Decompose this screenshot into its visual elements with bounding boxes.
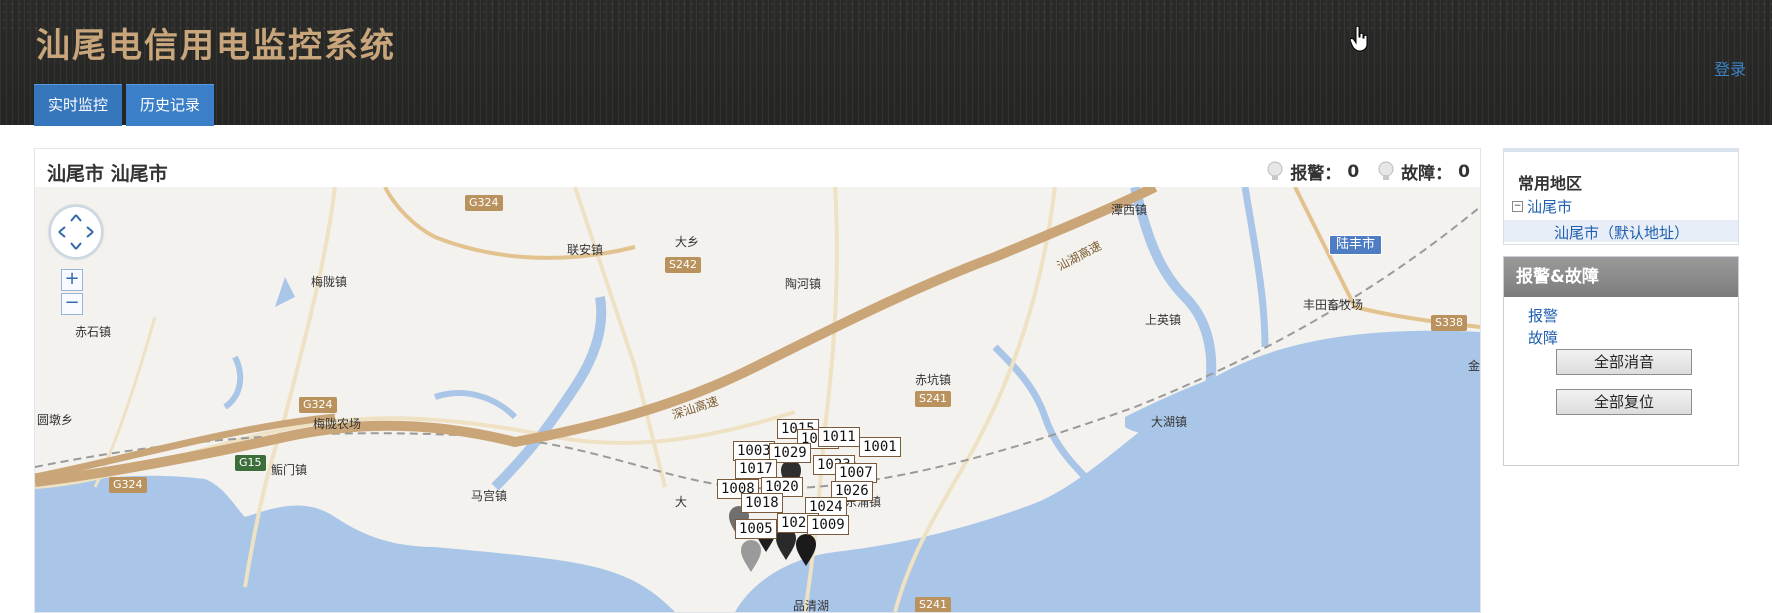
place-label: 圆墩乡 (37, 413, 74, 427)
common-regions-panel: 常用地区 − 汕尾市 汕尾市（默认地址） (1503, 148, 1739, 245)
place-label: 马宫镇 (471, 489, 508, 503)
lightbulb-icon (1378, 161, 1394, 180)
place-label: 赤坑镇 (915, 373, 952, 387)
place-label: 赤石镇 (75, 325, 112, 339)
lightbulb-icon (1267, 161, 1283, 180)
place-label: 丰田畜牧场 (1303, 298, 1364, 312)
road-label: S241 (915, 597, 951, 612)
alarm-fault-panel: 报警&故障 报警 故障 全部消音 全部复位 (1503, 256, 1739, 466)
device-marker-label[interactable]: 1007 (835, 463, 877, 483)
road-label: G15 (235, 455, 266, 471)
tree-node-label[interactable]: 汕尾市 (1527, 196, 1572, 217)
pan-control[interactable] (49, 205, 103, 259)
app-header: 汕尾电信用电监控系统 登录 实时监控 历史记录 (0, 0, 1772, 126)
road-label: S242 (665, 257, 701, 273)
reset-all-button[interactable]: 全部复位 (1556, 389, 1692, 415)
mute-all-button[interactable]: 全部消音 (1556, 349, 1692, 375)
map-pin-icon[interactable] (795, 533, 817, 567)
road-label: S338 (1431, 315, 1467, 331)
device-marker-label[interactable]: 1018 (741, 493, 783, 513)
device-marker-label[interactable]: 1009 (807, 515, 849, 535)
fault-count: 0 (1458, 161, 1470, 182)
map-canvas[interactable]: + − 联安镇 大乡 梅陇镇 陶河镇 潭西镇 赤石镇 上英镇 丰田畜牧场 赤坑镇… (35, 187, 1480, 612)
alarm-status: 报警： 0 (1266, 159, 1359, 184)
status-summary: 报警： 0 故障： 0 (1266, 159, 1470, 184)
device-marker-label[interactable]: 1001 (859, 437, 901, 457)
map-panel-header: 汕尾市 汕尾市 报警： 0 故障： 0 (35, 149, 1480, 187)
place-label: 潭西镇 (1111, 203, 1148, 217)
tree-node-shanwei[interactable]: − 汕尾市 (1512, 196, 1572, 217)
collapse-icon[interactable]: − (1512, 201, 1523, 212)
place-label: 联安镇 (567, 243, 604, 257)
road-label: S241 (915, 391, 951, 407)
device-marker-label[interactable]: 1005 (735, 519, 777, 539)
place-label: 大湖镇 (1151, 415, 1188, 429)
alarm-fault-title: 报警&故障 (1504, 257, 1738, 297)
fault-label: 故障： (1401, 164, 1453, 184)
road-label: G324 (109, 477, 147, 493)
place-label: 大乡 (675, 235, 700, 249)
fault-link[interactable]: 故障 (1528, 327, 1558, 348)
place-label: 鲘门镇 (271, 463, 308, 477)
place-label: 品清湖 (793, 599, 830, 612)
place-label: 梅陇镇 (311, 275, 348, 289)
common-regions-title: 常用地区 (1518, 174, 1583, 193)
alarm-count: 0 (1347, 161, 1360, 182)
road-label: G324 (465, 195, 503, 211)
place-label: 梅陇农场 (313, 417, 362, 431)
map-edge-text: 金 (1468, 359, 1480, 373)
place-label: 上英镇 (1145, 313, 1182, 327)
login-link[interactable]: 登录 (1714, 56, 1746, 80)
tab-history[interactable]: 历史记录 (126, 84, 215, 126)
hand-cursor-icon (1350, 26, 1368, 52)
tree-node-label[interactable]: 汕尾市（默认地址） (1554, 222, 1689, 243)
tab-realtime-monitor[interactable]: 实时监控 (34, 84, 123, 126)
place-label: 陶河镇 (785, 277, 822, 291)
main-tabs: 实时监控 历史记录 (34, 84, 215, 126)
road-label: G324 (299, 397, 337, 413)
fault-status: 故障： 0 (1377, 159, 1470, 184)
zoom-in-button[interactable]: + (61, 269, 83, 291)
tree-node-default-address[interactable]: 汕尾市（默认地址） (1504, 220, 1738, 242)
current-location: 汕尾市 汕尾市 (47, 163, 168, 185)
device-marker-label[interactable]: 1017 (735, 459, 777, 479)
zoom-out-button[interactable]: − (61, 293, 83, 315)
app-title: 汕尾电信用电监控系统 (36, 26, 396, 66)
map-panel: 汕尾市 汕尾市 报警： 0 故障： 0 + − 联安镇 大乡 梅陇镇 陶河镇 潭… (34, 148, 1481, 613)
place-label: 大 (675, 495, 688, 509)
alarm-label: 报警： (1290, 164, 1342, 184)
alarm-link[interactable]: 报警 (1528, 305, 1558, 326)
city-label: 陆丰市 (1329, 235, 1383, 255)
device-marker-label[interactable]: 1011 (818, 427, 860, 447)
pan-arrows-icon (58, 214, 94, 250)
